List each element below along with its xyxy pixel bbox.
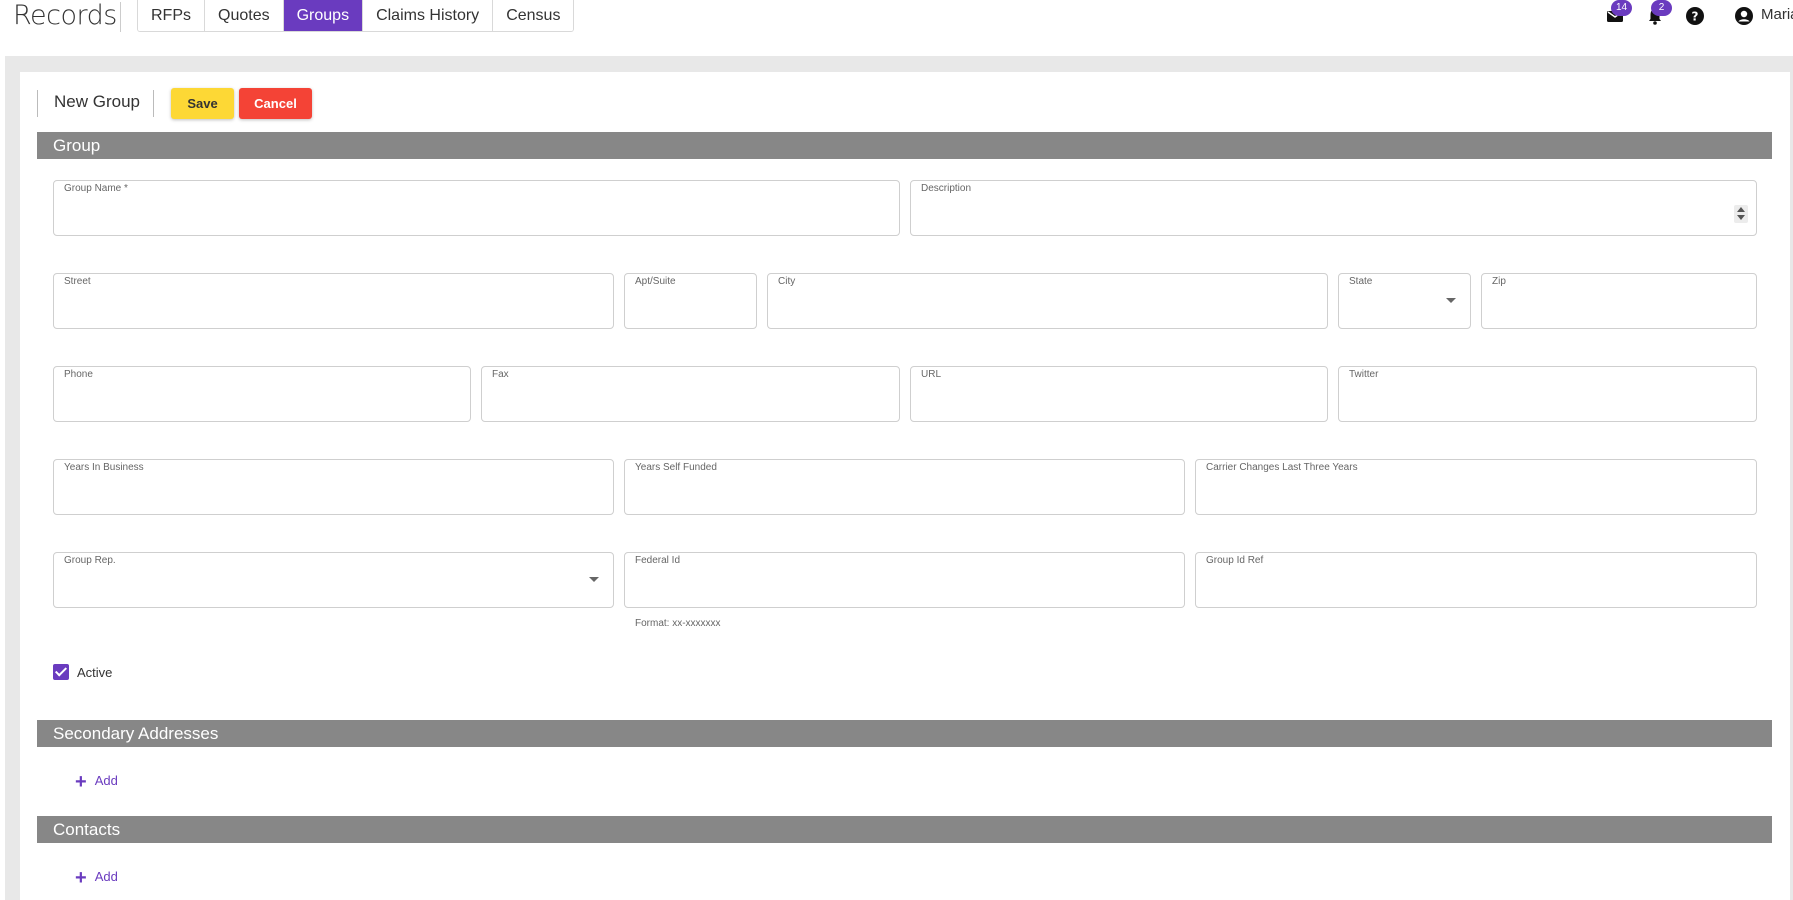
- city-label: City: [778, 276, 796, 287]
- federal-id-field[interactable]: Federal Id: [624, 552, 1185, 608]
- app-title: Records: [13, 0, 117, 31]
- help-icon[interactable]: ?: [1685, 6, 1705, 26]
- group-rep-select[interactable]: Group Rep.: [53, 552, 614, 608]
- twitter-label: Twitter: [1349, 369, 1379, 380]
- active-checkbox[interactable]: [53, 664, 69, 680]
- textarea-resize-icon[interactable]: [1734, 205, 1748, 223]
- mail-icon[interactable]: 14: [1605, 0, 1632, 26]
- street-label: Street: [64, 276, 91, 287]
- plus-icon: +: [75, 867, 87, 889]
- user-icon[interactable]: [1734, 6, 1754, 26]
- state-label: State: [1349, 276, 1373, 287]
- tab-census[interactable]: Census: [493, 0, 574, 31]
- group-name-label: Group Name *: [64, 183, 128, 194]
- url-field[interactable]: URL: [910, 366, 1328, 422]
- federal-id-label: Federal Id: [635, 555, 681, 566]
- federal-id-format-hint: Format: xx-xxxxxxx: [635, 618, 721, 629]
- fax-label: Fax: [492, 369, 509, 380]
- add-label: Add: [94, 773, 118, 788]
- section-header-secondary-addresses: Secondary Addresses: [37, 720, 1772, 747]
- chevron-down-icon: [589, 577, 599, 582]
- page-title: New Group: [54, 92, 140, 111]
- header-divider-right: [153, 90, 154, 117]
- city-field[interactable]: City: [767, 273, 1328, 329]
- years-in-business-field[interactable]: Years In Business: [53, 459, 614, 515]
- phone-field[interactable]: Phone: [53, 366, 471, 422]
- chevron-down-icon: [1446, 298, 1456, 303]
- years-in-business-label: Years In Business: [64, 462, 144, 473]
- bell-icon[interactable]: 2: [1645, 0, 1672, 26]
- fax-field[interactable]: Fax: [481, 366, 900, 422]
- description-field[interactable]: Description: [910, 180, 1757, 236]
- nav-tabs: RFPs Quotes Groups Claims History Census: [137, 0, 575, 32]
- tab-quotes[interactable]: Quotes: [205, 0, 284, 31]
- url-label: URL: [921, 369, 942, 380]
- carrier-changes-label: Carrier Changes Last Three Years: [1206, 462, 1358, 473]
- plus-icon: +: [75, 771, 87, 793]
- apt-suite-label: Apt/Suite: [635, 276, 676, 287]
- street-field[interactable]: Street: [53, 273, 614, 329]
- twitter-field[interactable]: Twitter: [1338, 366, 1757, 422]
- add-label: Add: [94, 869, 118, 884]
- zip-field[interactable]: Zip: [1481, 273, 1757, 329]
- save-button[interactable]: Save: [171, 88, 234, 119]
- add-secondary-address-button[interactable]: + Add: [75, 771, 118, 794]
- header-divider-left: [37, 90, 38, 117]
- group-rep-label: Group Rep.: [64, 555, 116, 566]
- years-self-funded-label: Years Self Funded: [635, 462, 717, 473]
- section-header-group: Group: [37, 132, 1772, 159]
- active-label[interactable]: Active: [77, 665, 112, 680]
- group-id-ref-label: Group Id Ref: [1206, 555, 1264, 566]
- tab-rfps[interactable]: RFPs: [138, 0, 205, 31]
- notification-count-badge: 2: [1651, 0, 1672, 16]
- carrier-changes-field[interactable]: Carrier Changes Last Three Years: [1195, 459, 1757, 515]
- tab-claims-history[interactable]: Claims History: [363, 0, 494, 31]
- years-self-funded-field[interactable]: Years Self Funded: [624, 459, 1185, 515]
- user-name[interactable]: Maria: [1761, 6, 1793, 23]
- cancel-button[interactable]: Cancel: [239, 88, 312, 119]
- apt-suite-field[interactable]: Apt/Suite: [624, 273, 757, 329]
- state-select[interactable]: State: [1338, 273, 1471, 329]
- tab-groups[interactable]: Groups: [283, 0, 364, 31]
- section-header-contacts: Contacts: [37, 816, 1772, 843]
- add-contact-button[interactable]: + Add: [75, 867, 118, 890]
- group-id-ref-field[interactable]: Group Id Ref: [1195, 552, 1757, 608]
- top-bar: Records RFPs Quotes Groups Claims Histor…: [0, 0, 1793, 52]
- title-divider: [120, 2, 121, 32]
- svg-text:?: ?: [1692, 10, 1699, 24]
- phone-label: Phone: [64, 369, 93, 380]
- description-label: Description: [921, 183, 972, 194]
- mail-count-badge: 14: [1611, 0, 1632, 16]
- group-name-field[interactable]: Group Name *: [53, 180, 900, 236]
- zip-label: Zip: [1492, 276, 1506, 287]
